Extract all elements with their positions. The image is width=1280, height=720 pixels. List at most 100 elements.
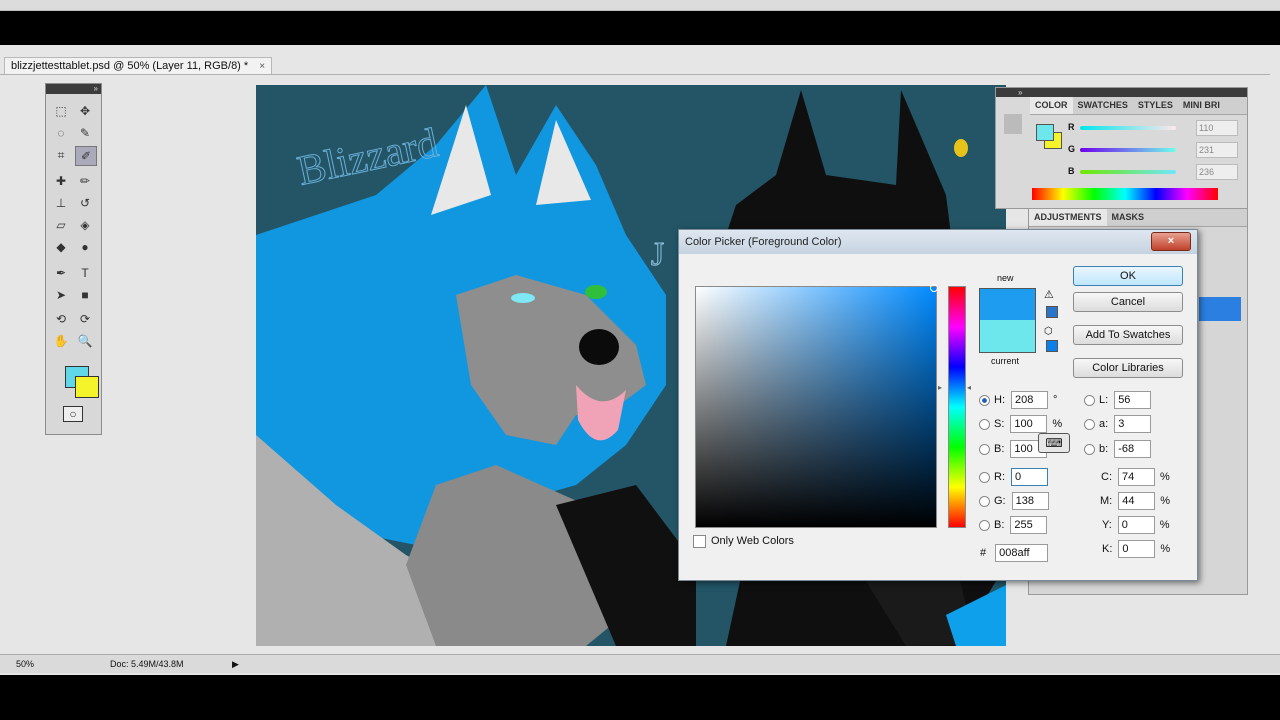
gamut-swatch[interactable] [1046, 306, 1058, 318]
eyedropper-tool-icon[interactable]: ✐ [75, 146, 97, 166]
only-web-colors[interactable]: Only Web Colors [693, 532, 794, 550]
only-web-colors-checkbox[interactable] [693, 534, 706, 548]
zoom-level[interactable]: 50% [16, 655, 34, 673]
channel-b-value[interactable]: 236 [1196, 164, 1238, 180]
color-ramp[interactable] [1032, 188, 1218, 200]
hand-tool-icon[interactable]: ✋ [51, 332, 71, 350]
3d-orbit-icon[interactable]: ⟳ [75, 310, 95, 328]
panel-foreground-swatch[interactable] [1036, 124, 1054, 141]
input-r[interactable]: 0 [1011, 468, 1048, 486]
tab-styles[interactable]: STYLES [1133, 97, 1178, 114]
marquee-tool-icon[interactable]: ⬚ [51, 102, 71, 120]
zoom-tool-icon[interactable]: 🔍 [75, 332, 95, 350]
field-r: R: 0 [979, 468, 1048, 486]
healing-brush-icon[interactable]: ✚ [51, 172, 71, 190]
document-tab-divider [0, 74, 1270, 75]
history-brush-icon[interactable]: ↺ [75, 194, 95, 212]
input-hex[interactable]: 008aff [995, 544, 1049, 562]
tab-mini-bridge[interactable]: MINI BRI [1178, 97, 1225, 114]
field-g: G: 138 [979, 492, 1049, 510]
canvas-sketch-letter: J [651, 236, 664, 273]
eraser-tool-icon[interactable]: ▱ [51, 216, 71, 234]
status-menu-arrow-icon[interactable]: ▶ [232, 655, 239, 673]
brush-tool-icon[interactable]: ✏ [75, 172, 95, 190]
radio-b[interactable] [979, 443, 990, 455]
label-hex: # [980, 547, 987, 559]
channel-r-label: R [1068, 122, 1075, 132]
cancel-button[interactable]: Cancel [1073, 292, 1183, 312]
input-y[interactable]: 0 [1117, 516, 1155, 534]
field-k: K: 0% [1102, 540, 1170, 558]
radio-g[interactable] [979, 495, 990, 507]
type-tool-icon[interactable]: T [75, 264, 95, 282]
channel-r-value[interactable]: 110 [1196, 120, 1238, 136]
move-tool-icon[interactable]: ✥ [75, 102, 95, 120]
radio-r[interactable] [979, 471, 990, 483]
add-to-swatches-button[interactable]: Add To Swatches [1073, 325, 1183, 345]
radio-s[interactable] [979, 418, 990, 430]
background-color-swatch[interactable] [75, 376, 99, 398]
keyboard-icon: ⌨ [1038, 433, 1070, 453]
panel-dock-header[interactable]: » [996, 88, 1247, 97]
dodge-tool-icon[interactable]: ● [75, 238, 95, 256]
clone-stamp-icon[interactable]: ⊥ [51, 194, 71, 212]
quick-mask-icon[interactable]: ○ [63, 406, 83, 422]
channel-r-slider[interactable] [1080, 126, 1176, 130]
channel-g-value[interactable]: 231 [1196, 142, 1238, 158]
document-tab[interactable]: blizzjettesttablet.psd @ 50% (Layer 11, … [4, 57, 273, 74]
out-of-gamut-warning-icon[interactable]: ⚠ [1044, 288, 1054, 301]
tab-swatches[interactable]: SWATCHES [1073, 97, 1133, 114]
dialog-title-bar[interactable]: Color Picker (Foreground Color) × [679, 230, 1197, 254]
tools-panel-header[interactable]: » [46, 84, 101, 94]
channel-g-slider[interactable] [1080, 148, 1176, 152]
radio-l[interactable] [1084, 394, 1095, 406]
hue-slider-right-arrow-icon[interactable]: ◂ [967, 383, 971, 392]
3d-rotate-icon[interactable]: ⟲ [51, 310, 71, 328]
close-icon[interactable]: × [1151, 232, 1191, 251]
blur-tool-icon[interactable]: ◆ [51, 238, 71, 256]
hue-slider-left-arrow-icon[interactable]: ▸ [938, 383, 942, 392]
close-icon[interactable]: × [259, 61, 265, 72]
input-k[interactable]: 0 [1118, 540, 1156, 558]
web-safe-cube-icon[interactable]: ⬡ [1044, 326, 1053, 337]
label-s: S: [994, 418, 1005, 430]
label-g: G: [994, 495, 1006, 507]
input-c[interactable]: 74 [1118, 468, 1155, 486]
ok-button[interactable]: OK [1073, 266, 1183, 286]
tab-masks[interactable]: MASKS [1107, 209, 1150, 226]
web-safe-swatch[interactable] [1046, 340, 1058, 352]
paint-bucket-icon[interactable]: ◈ [75, 216, 95, 234]
unit-h: ° [1053, 394, 1058, 406]
input-lab-b[interactable]: -68 [1114, 440, 1152, 458]
tab-adjustments[interactable]: ADJUSTMENTS [1029, 209, 1107, 226]
radio-b-rgb[interactable] [979, 519, 990, 531]
input-b-rgb[interactable]: 255 [1010, 516, 1048, 534]
lasso-tool-icon[interactable]: ◌ [51, 124, 71, 142]
selected-layer-highlight[interactable] [1199, 297, 1241, 321]
input-l[interactable]: 56 [1114, 391, 1152, 409]
history-icon[interactable] [1004, 114, 1022, 134]
hue-slider[interactable] [948, 286, 966, 528]
unit-y: % [1159, 519, 1170, 531]
label-h: H: [994, 394, 1005, 406]
label-y: Y: [1102, 519, 1112, 531]
radio-h[interactable] [979, 394, 990, 406]
color-field[interactable] [695, 284, 938, 528]
input-m[interactable]: 44 [1118, 492, 1156, 510]
path-select-icon[interactable]: ➤ [51, 286, 71, 304]
input-g[interactable]: 138 [1011, 492, 1049, 510]
shape-tool-icon[interactable]: ■ [75, 286, 95, 304]
crop-tool-icon[interactable]: ⌗ [51, 146, 71, 164]
quick-select-tool-icon[interactable]: ✎ [75, 124, 95, 142]
input-s[interactable]: 100 [1010, 415, 1048, 433]
channel-g-label: G [1068, 144, 1076, 154]
pen-tool-icon[interactable]: ✒ [51, 264, 71, 282]
input-a[interactable]: 3 [1114, 415, 1152, 433]
input-h[interactable]: 208 [1011, 391, 1048, 409]
color-libraries-button[interactable]: Color Libraries [1073, 358, 1183, 378]
radio-a[interactable] [1084, 418, 1095, 430]
radio-lab-b[interactable] [1084, 443, 1095, 455]
current-color-swatch[interactable] [979, 320, 1036, 353]
channel-b-slider[interactable] [1080, 170, 1176, 174]
tab-color[interactable]: COLOR [1030, 97, 1073, 114]
